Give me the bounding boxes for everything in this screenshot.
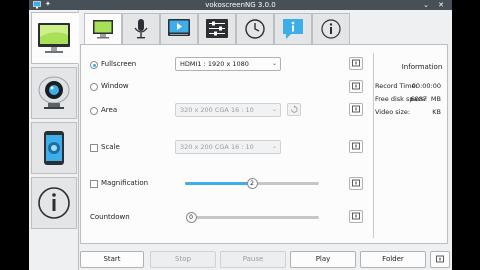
tab-timer[interactable]: [236, 13, 274, 44]
countdown-snapshot-button[interactable]: [349, 210, 363, 223]
reset-arrow-icon: [291, 105, 298, 113]
tab-settings[interactable]: [198, 13, 236, 44]
area-radio[interactable]: [90, 107, 98, 115]
info-icon: [321, 19, 341, 39]
window-title: vokoscreenNG 3.0.0: [205, 1, 276, 9]
stop-button[interactable]: Stop: [150, 251, 216, 268]
sliders-icon: [206, 19, 228, 38]
tab-screen[interactable]: [84, 13, 122, 45]
webcam-icon: [38, 76, 70, 109]
scale-checkbox[interactable]: [90, 144, 98, 152]
title-bar: ✦ vokoscreenNG 3.0.0 ⌄ ✕: [29, 0, 452, 10]
video-size-unit: KB: [432, 108, 441, 116]
area-snapshot-button[interactable]: [349, 103, 363, 116]
tab-player[interactable]: [160, 13, 198, 44]
camera-snapshot-icon: [352, 59, 360, 67]
camera-snapshot-icon: [352, 212, 360, 220]
video-player-icon: [168, 19, 190, 36]
fullscreen-label: Fullscreen: [101, 60, 137, 68]
camera-snapshot-icon: [352, 142, 360, 150]
fullscreen-screen-select[interactable]: HDMI1 : 1920 x 1080 ⌄: [175, 57, 281, 71]
video-size-label: Video size:: [375, 108, 411, 116]
app-window: ✦ vokoscreenNG 3.0.0 ⌄ ✕ Fullscreen HDMI…: [29, 0, 452, 270]
magnification-slider-fill: [185, 182, 252, 185]
magnification-snapshot-button[interactable]: [349, 177, 363, 190]
minimize-icon[interactable]: ⌄: [422, 1, 430, 9]
area-size-select[interactable]: 320 x 200 CGA 16 : 10 ⌄: [175, 103, 281, 117]
clock-icon: [245, 19, 265, 39]
record-time-value: 00:00:00: [411, 82, 441, 90]
countdown-slider-handle[interactable]: 0: [185, 212, 197, 223]
camera-snapshot-icon: [352, 82, 360, 90]
chevron-down-icon: ⌄: [271, 60, 277, 67]
camera-snapshot-icon: [436, 255, 444, 263]
countdown-label: Countdown: [90, 213, 130, 221]
side-tab-bar: [29, 10, 79, 270]
play-button[interactable]: Play: [290, 251, 356, 268]
window-label: Window: [101, 82, 129, 90]
area-select-value: 320 x 200 CGA 16 : 10: [180, 106, 254, 114]
close-icon[interactable]: ✕: [437, 1, 445, 9]
side-tab-about[interactable]: [31, 177, 77, 229]
chat-info-icon: [283, 19, 303, 39]
screen-panel: Fullscreen HDMI1 : 1920 x 1080 ⌄ Window …: [80, 44, 448, 244]
magnifier-phone-icon: [44, 131, 64, 165]
bottom-button-bar: Start Stop Pause Play Folder: [80, 249, 452, 270]
scale-select-value: 320 x 200 CGA 16 : 10: [180, 143, 254, 151]
monitor-icon: [93, 20, 113, 39]
magnification-label: Magnification: [101, 179, 149, 187]
tab-audio[interactable]: [122, 13, 160, 44]
info-title: Information: [401, 63, 443, 71]
panel-divider: [373, 53, 374, 238]
window-radio[interactable]: [90, 83, 98, 91]
area-reset-button[interactable]: [287, 103, 301, 116]
chevron-down-icon: ⌄: [271, 143, 277, 150]
countdown-slider-track[interactable]: [191, 216, 319, 219]
start-button[interactable]: Start: [80, 251, 144, 268]
magnification-checkbox[interactable]: [90, 180, 98, 188]
side-tab-screen[interactable]: [31, 12, 79, 64]
monitor-icon: [38, 23, 70, 53]
window-snapshot-button[interactable]: [349, 80, 363, 93]
bottom-snapshot-button[interactable]: [430, 251, 450, 268]
magnification-slider-handle[interactable]: 2: [246, 178, 258, 189]
tab-log[interactable]: [274, 13, 312, 44]
side-tab-magnifier[interactable]: [31, 122, 77, 174]
info-icon: [38, 187, 70, 219]
camera-snapshot-icon: [352, 105, 360, 113]
fullscreen-radio[interactable]: [90, 61, 98, 69]
microphone-icon: [134, 19, 148, 39]
chevron-down-icon: ⌄: [271, 106, 277, 113]
side-tab-camera[interactable]: [31, 67, 77, 119]
fullscreen-snapshot-button[interactable]: [349, 57, 363, 70]
camera-snapshot-icon: [352, 179, 360, 187]
fullscreen-select-value: HDMI1 : 1920 x 1080: [180, 60, 249, 68]
free-disk-value: 6087: [410, 95, 427, 103]
folder-button[interactable]: Folder: [360, 251, 426, 268]
free-disk-unit: MB: [430, 95, 441, 103]
scale-snapshot-button[interactable]: [349, 140, 363, 153]
scale-size-select[interactable]: 320 x 200 CGA 16 : 10 ⌄: [175, 140, 281, 154]
scale-label: Scale: [101, 143, 120, 151]
top-tab-bar: [84, 13, 354, 45]
area-label: Area: [101, 106, 118, 114]
tab-about[interactable]: [312, 13, 350, 44]
pause-button[interactable]: Pause: [220, 251, 286, 268]
